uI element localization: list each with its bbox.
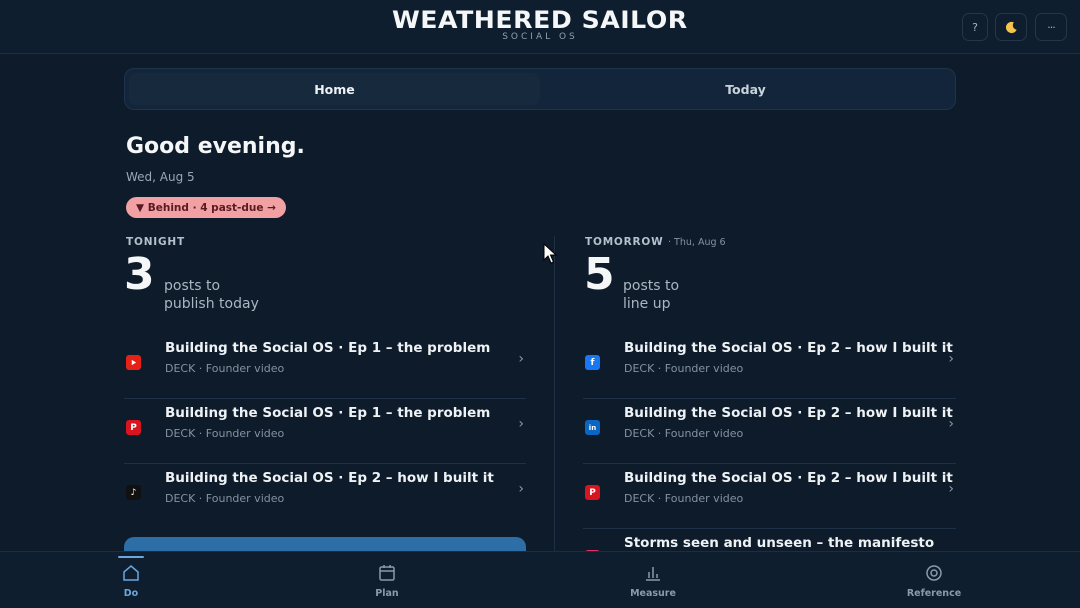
tomorrow-label: TOMORROW · Thu, Aug 6 bbox=[585, 236, 726, 248]
post-meta: DECK · Founder video bbox=[165, 362, 285, 375]
post-meta: DECK · Founder video bbox=[165, 427, 285, 440]
nav-measure[interactable]: Measure bbox=[613, 562, 693, 599]
nav-do[interactable]: Do bbox=[91, 562, 171, 599]
pinterest-icon: P bbox=[126, 420, 141, 435]
chevron-right-icon: › bbox=[948, 481, 954, 497]
help-icon: ? bbox=[972, 20, 978, 34]
tomorrow-caption-line-2: line up bbox=[623, 296, 671, 312]
more-button[interactable]: ··· bbox=[1035, 13, 1067, 41]
behind-badge[interactable]: ▼ Behind · 4 past-due → bbox=[126, 197, 286, 218]
tab-home[interactable]: Home bbox=[129, 73, 540, 105]
tomorrow-caption: posts to line up bbox=[623, 277, 679, 313]
facebook-icon: f bbox=[585, 355, 600, 370]
post-title: Building the Social OS · Ep 2 – how I bu… bbox=[624, 340, 953, 356]
post-meta: DECK · Founder video bbox=[624, 492, 744, 505]
tonight-caption-line-2: publish today bbox=[164, 296, 259, 312]
home-icon bbox=[123, 565, 139, 581]
chevron-right-icon: › bbox=[518, 481, 524, 497]
brand: WEATHERED SAILOR SOCIAL OS bbox=[0, 6, 1080, 42]
nav-reference[interactable]: Reference bbox=[894, 562, 974, 599]
tab-today[interactable]: Today bbox=[540, 73, 951, 105]
tomorrow-caption-line-1: posts to bbox=[623, 278, 680, 294]
nav-plan[interactable]: Plan bbox=[347, 562, 427, 599]
calendar-icon bbox=[379, 565, 395, 581]
post-title: Storms seen and unseen – the manifesto bbox=[624, 535, 935, 551]
tomorrow-count: 5 bbox=[584, 249, 615, 300]
pinterest-icon: P bbox=[585, 485, 600, 500]
post-title: Building the Social OS · Ep 2 – how I bu… bbox=[624, 470, 953, 486]
list-item[interactable]: in Building the Social OS · Ep 2 – how I… bbox=[583, 400, 956, 464]
post-meta: DECK · Founder video bbox=[624, 427, 744, 440]
column-divider bbox=[554, 236, 555, 552]
list-item[interactable]: ♪ Building the Social OS · Ep 2 – how I … bbox=[124, 465, 526, 529]
post-title: Building the Social OS · Ep 1 – the prob… bbox=[165, 340, 491, 356]
nav-label: Measure bbox=[630, 588, 676, 599]
nav-active-indicator bbox=[118, 556, 144, 558]
more-icon: ··· bbox=[1047, 20, 1055, 34]
nav-label: Do bbox=[123, 588, 139, 599]
youtube-icon bbox=[126, 355, 141, 370]
theme-toggle-button[interactable] bbox=[995, 13, 1027, 41]
tomorrow-date: · Thu, Aug 6 bbox=[668, 237, 726, 248]
tonight-label: TONIGHT bbox=[126, 236, 185, 248]
view-tabs: Home Today bbox=[124, 68, 956, 110]
list-item[interactable]: f Building the Social OS · Ep 2 – how I … bbox=[583, 335, 956, 399]
post-meta: DECK · Founder video bbox=[624, 362, 744, 375]
list-item[interactable]: P Building the Social OS · Ep 1 – the pr… bbox=[124, 400, 526, 464]
chevron-right-icon: › bbox=[518, 351, 524, 367]
current-date: Wed, Aug 5 bbox=[126, 170, 195, 184]
bar-chart-icon bbox=[646, 567, 660, 581]
tonight-caption-line-1: posts to bbox=[164, 278, 221, 294]
moon-icon bbox=[1005, 21, 1017, 33]
brand-title: WEATHERED SAILOR bbox=[392, 6, 688, 34]
help-button[interactable]: ? bbox=[962, 13, 988, 41]
post-title: Building the Social OS · Ep 1 – the prob… bbox=[165, 405, 491, 421]
nav-label: Plan bbox=[375, 588, 399, 599]
bottom-nav: Do Plan Measure Reference bbox=[0, 551, 1080, 608]
linkedin-icon: in bbox=[585, 420, 600, 435]
app-header: WEATHERED SAILOR SOCIAL OS ? ··· bbox=[0, 0, 1080, 54]
list-item[interactable]: Building the Social OS · Ep 1 – the prob… bbox=[124, 335, 526, 399]
nav-label: Reference bbox=[906, 588, 962, 599]
tiktok-icon: ♪ bbox=[126, 485, 141, 500]
list-item[interactable]: ◎ Storms seen and unseen – the manifesto bbox=[583, 530, 956, 551]
target-icon bbox=[926, 565, 942, 581]
chevron-right-icon: › bbox=[518, 416, 524, 432]
tonight-caption: posts to publish today bbox=[164, 277, 259, 313]
mouse-cursor-icon bbox=[543, 243, 557, 264]
tonight-count: 3 bbox=[124, 249, 155, 300]
chevron-right-icon: › bbox=[948, 416, 954, 432]
post-meta: DECK · Founder video bbox=[165, 492, 285, 505]
post-title: Building the Social OS · Ep 2 – how I bu… bbox=[624, 405, 953, 421]
list-item[interactable]: P Building the Social OS · Ep 2 – how I … bbox=[583, 465, 956, 529]
post-title: Building the Social OS · Ep 2 – how I bu… bbox=[165, 470, 494, 486]
tomorrow-label-text: TOMORROW bbox=[585, 236, 664, 248]
greeting: Good evening. bbox=[126, 134, 305, 159]
chevron-right-icon: › bbox=[948, 351, 954, 367]
